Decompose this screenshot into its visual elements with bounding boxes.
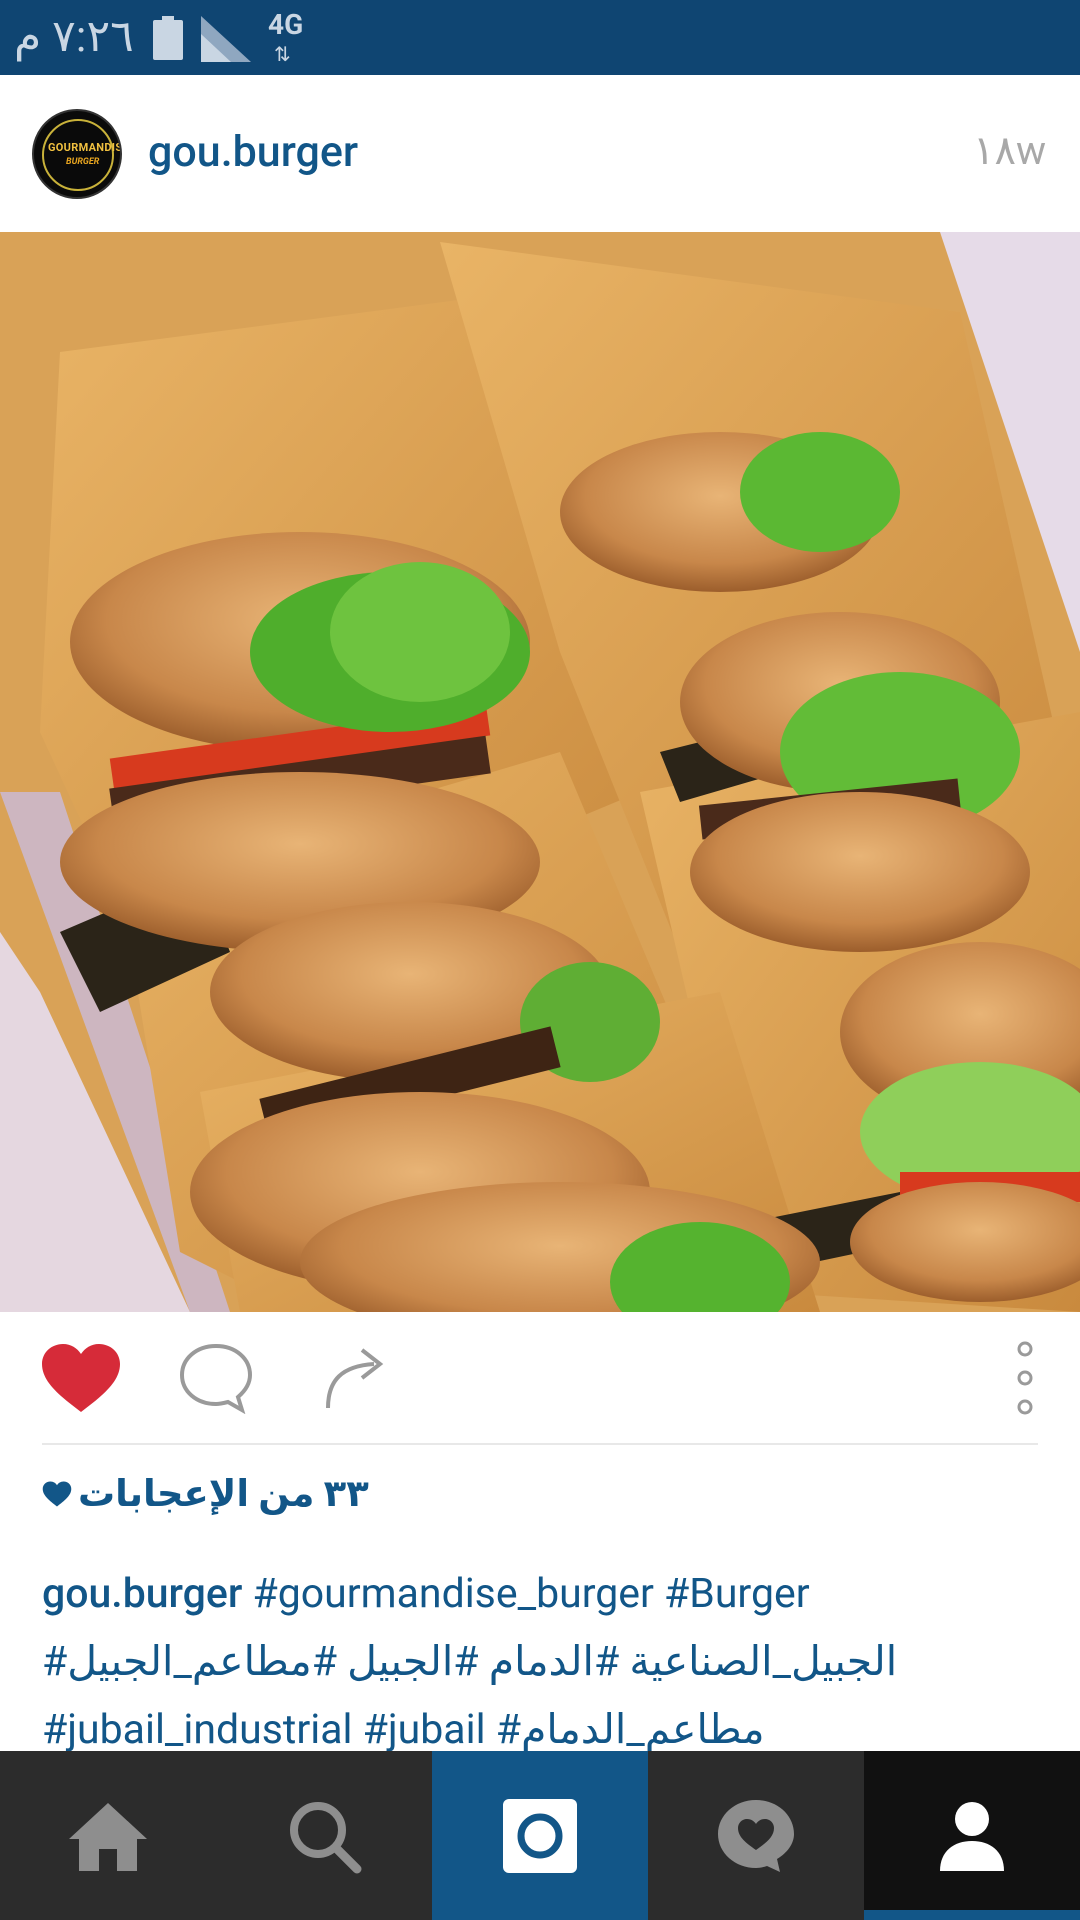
search-icon [290, 1801, 362, 1873]
caption-tags-1[interactable]: #gourmandise_burger #Burger [253, 1570, 810, 1618]
nav-profile[interactable] [864, 1751, 1080, 1920]
data-arrows-icon: ⇅ [274, 42, 291, 66]
nav-home[interactable] [0, 1751, 216, 1920]
activity-heart-icon [718, 1799, 794, 1872]
share-arrow-icon[interactable] [322, 1342, 386, 1414]
caption: gou.burger #gourmandise_burger #Burger ا… [42, 1560, 1042, 1764]
nav-search[interactable] [216, 1751, 432, 1920]
home-icon [69, 1802, 147, 1871]
small-heart-icon [42, 1481, 72, 1507]
divider [42, 1443, 1038, 1445]
avatar-sub: BURGER [66, 157, 100, 167]
caption-line-1: gou.burger #gourmandise_burger #Burger [42, 1560, 1042, 1628]
network-type: 4G [268, 8, 304, 41]
camera-icon [503, 1798, 577, 1873]
burger-photo [0, 232, 1080, 1312]
avatar-brand: GOURMANDISE [48, 141, 122, 154]
post-username[interactable]: gou.burger [148, 127, 358, 177]
caption-line-2[interactable]: الجبيل_الصناعية #الدمام #الجبيل #مطاعم_ا… [42, 1628, 1042, 1696]
likes-count[interactable]: ٣٣ من الإعجابات [42, 1472, 369, 1516]
post-image[interactable] [0, 232, 1080, 1312]
caption-username[interactable]: gou.burger [42, 1570, 242, 1618]
battery-icon [153, 16, 183, 60]
status-bar: ٧:٢٦ م 4G ⇅ [0, 0, 1080, 75]
post-header: GOURMANDISE BURGER gou.burger ١٨w [0, 75, 1080, 232]
nav-activity[interactable] [648, 1751, 864, 1920]
signal-icon [201, 16, 251, 62]
nav-camera[interactable] [432, 1751, 648, 1920]
bottom-nav [0, 1751, 1080, 1920]
status-time: ٧:٢٦ م [14, 10, 134, 62]
avatar-ring [42, 119, 114, 191]
nav-active-indicator [864, 1910, 1080, 1920]
more-vertical-icon[interactable] [1010, 1340, 1040, 1416]
heart-icon[interactable] [40, 1342, 122, 1414]
post-actions [0, 1312, 1080, 1444]
likes-text: ٣٣ من الإعجابات [78, 1473, 369, 1516]
avatar[interactable]: GOURMANDISE BURGER [32, 109, 122, 199]
post-age: ١٨w [972, 127, 1046, 174]
comment-bubble-icon[interactable] [178, 1342, 254, 1414]
profile-icon [940, 1801, 1004, 1871]
